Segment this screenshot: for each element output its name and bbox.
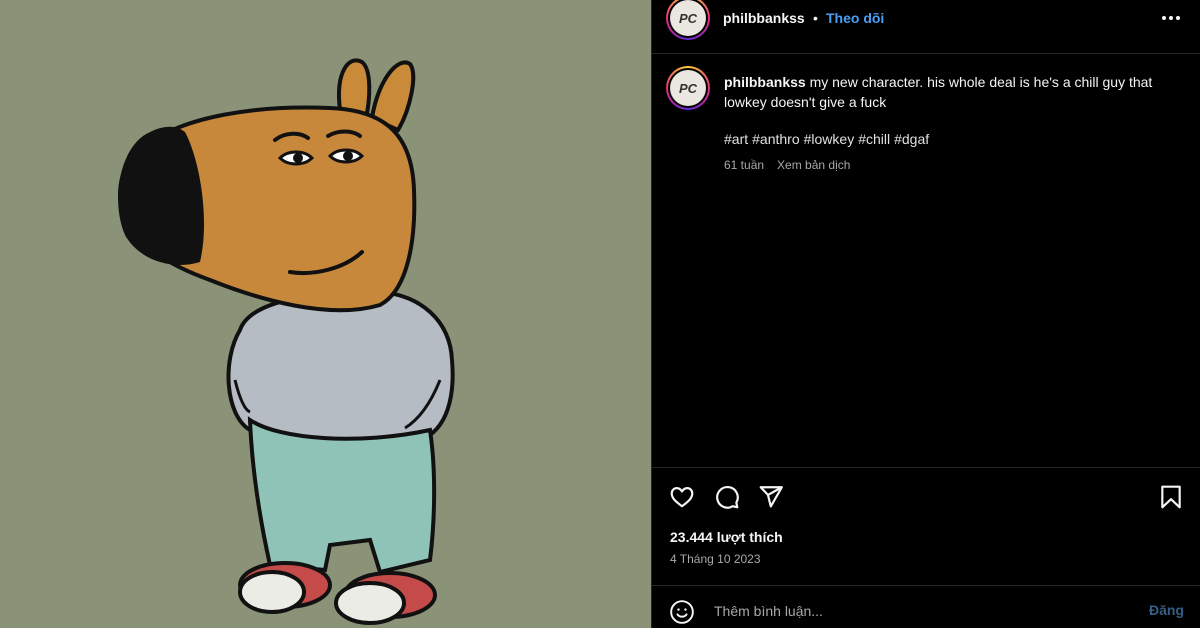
post-sidebar: PC philbbankss • Theo dõi PC philbbankss	[651, 0, 1200, 628]
hashtag-link[interactable]: #art	[724, 131, 748, 147]
avatar[interactable]: PC	[666, 0, 710, 40]
avatar-image: PC	[670, 0, 706, 36]
hashtag-link[interactable]: #lowkey	[804, 131, 855, 147]
instagram-post: PC philbbankss • Theo dõi PC philbbankss	[0, 0, 1200, 628]
post-age[interactable]: 61 tuần	[724, 158, 764, 172]
caption-username[interactable]: philbbankss	[724, 74, 806, 90]
bookmark-icon[interactable]	[1158, 484, 1184, 510]
avatar-image: PC	[670, 70, 706, 106]
separator-dot: •	[813, 10, 818, 26]
hashtag-link[interactable]: #dgaf	[894, 131, 929, 147]
more-horizontal-icon[interactable]	[1159, 8, 1183, 28]
avatar-logo-text: PC	[678, 10, 698, 26]
post-image[interactable]	[0, 0, 651, 628]
username[interactable]: philbbankss	[723, 10, 805, 26]
emoji-icon[interactable]	[668, 598, 696, 626]
post-comment-button[interactable]: Đăng	[1149, 602, 1184, 618]
post-caption: philbbankss my new character. his whole …	[724, 72, 1184, 112]
avatar-ring-inner: PC	[668, 68, 708, 108]
caption-meta: 61 tuần Xem bản dịch	[724, 158, 850, 172]
hashtag-list: #art #anthro #lowkey #chill #dgaf	[724, 131, 933, 147]
see-translation-link[interactable]: Xem bản dịch	[777, 158, 850, 172]
post-header: PC philbbankss • Theo dõi	[652, 0, 1200, 54]
post-date: 4 Tháng 10 2023	[670, 552, 761, 566]
follow-button[interactable]: Theo dõi	[826, 10, 884, 26]
like-count[interactable]: 23.444 lượt thích	[670, 529, 783, 545]
divider	[652, 467, 1200, 468]
caption-avatar[interactable]: PC	[666, 66, 710, 110]
avatar-logo-text: PC	[678, 80, 698, 96]
chill-guy-illustration	[0, 0, 651, 628]
hashtag-link[interactable]: #anthro	[752, 131, 799, 147]
more-dot	[1169, 16, 1173, 20]
avatar-ring-inner: PC	[668, 0, 708, 38]
more-dot	[1176, 16, 1180, 20]
comment-icon[interactable]	[714, 484, 740, 510]
comment-input[interactable]	[714, 600, 1114, 622]
more-dot	[1162, 16, 1166, 20]
hashtag-link[interactable]: #chill	[858, 131, 890, 147]
divider	[652, 585, 1200, 586]
paper-plane-icon[interactable]	[758, 484, 784, 510]
heart-icon[interactable]	[669, 484, 695, 510]
